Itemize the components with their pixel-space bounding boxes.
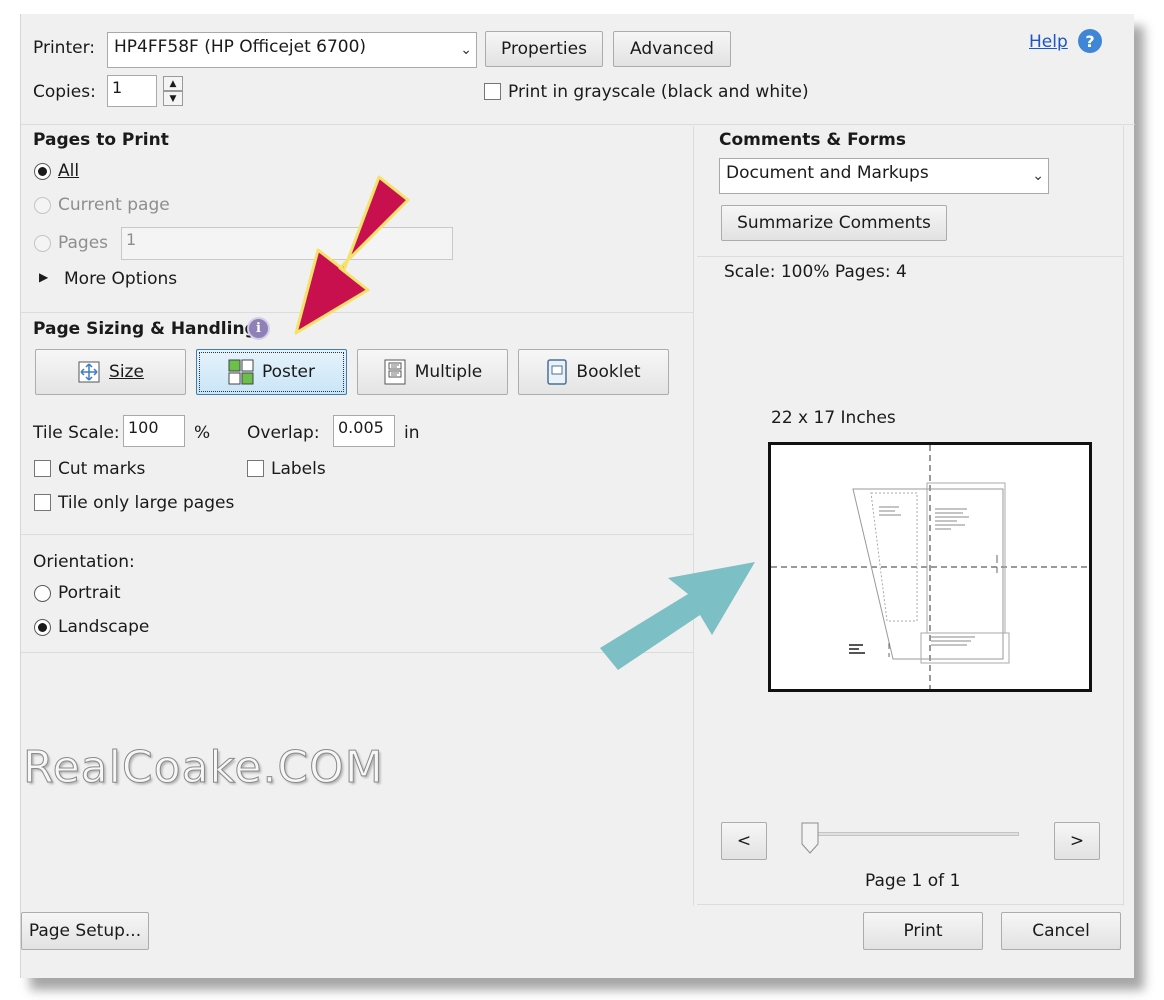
teal-pointer-arrow: [600, 562, 755, 670]
red-pointer-arrow: [294, 175, 410, 335]
annotation-overlay: [294, 175, 755, 670]
